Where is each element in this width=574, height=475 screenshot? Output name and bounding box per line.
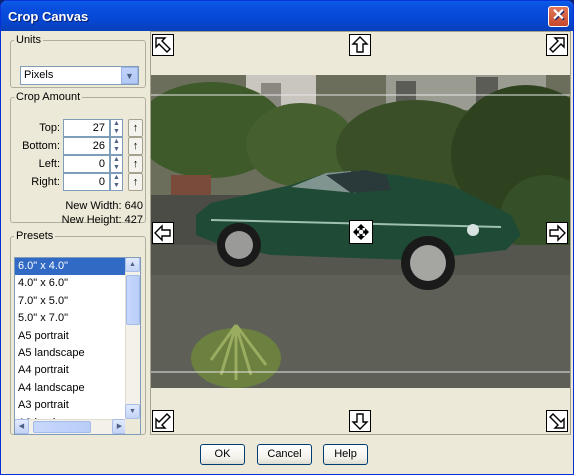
presets-horizontal-scrollbar[interactable]: ◀ ▶: [15, 419, 127, 434]
crop-top-spinner[interactable]: ▲ ▼: [110, 119, 123, 137]
scrollbar-corner: [125, 419, 140, 434]
crop-left-spinner[interactable]: ▲ ▼: [110, 155, 123, 173]
presets-legend: Presets: [16, 230, 54, 242]
crop-row-left: Left: 0 ▲ ▼ ↑: [11, 155, 147, 173]
spin-up-icon[interactable]: ▲: [111, 120, 122, 128]
spin-up-icon[interactable]: ▲: [111, 138, 122, 146]
arrow-up-icon: ↑: [132, 176, 139, 188]
list-item[interactable]: A3 portrait: [15, 397, 140, 414]
close-button[interactable]: ✕: [548, 6, 569, 27]
crop-row-right: Right: 0 ▲ ▼ ↑: [11, 173, 147, 191]
crop-right-handle[interactable]: [546, 222, 568, 244]
arrow-right-icon: [549, 224, 566, 242]
scroll-left-icon[interactable]: ◀: [15, 419, 29, 434]
list-item[interactable]: 4.0" x 6.0": [15, 275, 140, 292]
list-item[interactable]: A5 portrait: [15, 328, 140, 345]
crop-bottom-left-handle[interactable]: [152, 410, 174, 432]
crop-amount-group: Crop Amount Top: 27 ▲ ▼ ↑ Bottom: 26 ▲ ▼ ↑…: [10, 91, 147, 226]
presets-listbox[interactable]: 6.0" x 4.0" 4.0" x 6.0" 7.0" x 5.0" 5.0"…: [14, 257, 141, 435]
crop-bottom-spinner[interactable]: ▲ ▼: [110, 137, 123, 155]
crop-left-label: Left:: [38, 158, 60, 170]
crop-row-bottom: Bottom: 26 ▲ ▼ ↑: [11, 137, 147, 155]
arrow-down-icon: [351, 413, 369, 430]
crop-bottom-label: Bottom:: [22, 140, 60, 152]
spin-up-icon[interactable]: ▲: [111, 156, 122, 164]
list-item[interactable]: 6.0" x 4.0": [15, 258, 140, 276]
spin-down-icon[interactable]: ▼: [111, 164, 122, 172]
presets-vertical-scrollbar[interactable]: ▲ ▼: [125, 258, 140, 419]
cancel-button[interactable]: Cancel: [257, 444, 312, 465]
scroll-down-icon[interactable]: ▼: [125, 404, 140, 419]
crop-amount-legend: Crop Amount: [16, 91, 81, 103]
horizontal-scroll-thumb[interactable]: [33, 421, 91, 433]
spin-up-icon[interactable]: ▲: [111, 174, 122, 182]
crop-top-handle[interactable]: [349, 34, 371, 56]
crop-top-right-handle[interactable]: [546, 34, 568, 56]
spin-down-icon[interactable]: ▼: [111, 182, 122, 190]
arrow-up-icon: ↑: [132, 122, 139, 134]
crop-right-max-button[interactable]: ↑: [128, 173, 143, 191]
units-group: Units Pixels ▼: [10, 34, 146, 88]
units-legend: Units: [16, 34, 42, 46]
crop-row-top: Top: 27 ▲ ▼ ↑: [11, 119, 147, 137]
move-icon: [353, 224, 369, 240]
crop-top-label: Top:: [39, 122, 60, 134]
crop-left-input[interactable]: 0: [63, 155, 110, 173]
list-item[interactable]: A4 portrait: [15, 362, 140, 379]
units-select[interactable]: Pixels ▼: [20, 66, 139, 85]
crop-canvas-dialog: Crop Canvas ✕ Units Pixels ▼ Crop Amount…: [0, 0, 574, 475]
dialog-button-bar: OK Cancel Help: [1, 435, 573, 474]
spin-down-icon[interactable]: ▼: [111, 128, 122, 136]
list-item[interactable]: 5.0" x 7.0": [15, 310, 140, 327]
list-item[interactable]: A4 landscape: [15, 380, 140, 397]
arrow-up-icon: ↑: [132, 140, 139, 152]
crop-bottom-right-handle[interactable]: [546, 410, 568, 432]
crop-bottom-max-button[interactable]: ↑: [128, 137, 143, 155]
ok-button[interactable]: OK: [200, 444, 245, 465]
arrow-up-left-icon: [155, 37, 171, 53]
crop-left-handle[interactable]: [152, 222, 174, 244]
preview-photo: [151, 75, 570, 388]
close-icon: ✕: [551, 7, 566, 24]
vertical-scroll-thumb[interactable]: [126, 275, 140, 325]
new-height-text: New Height: 427: [61, 214, 143, 226]
crop-bottom-input[interactable]: 26: [63, 137, 110, 155]
arrow-down-left-icon: [155, 413, 171, 429]
crop-top-max-button[interactable]: ↑: [128, 119, 143, 137]
arrow-up-right-icon: [549, 37, 565, 53]
crop-right-spinner[interactable]: ▲ ▼: [110, 173, 123, 191]
arrow-up-icon: ↑: [132, 158, 139, 170]
crop-preview-area[interactable]: [150, 31, 571, 435]
spin-down-icon[interactable]: ▼: [111, 146, 122, 154]
presets-group: Presets 6.0" x 4.0" 4.0" x 6.0" 7.0" x 5…: [10, 230, 146, 435]
list-item[interactable]: 7.0" x 5.0": [15, 293, 140, 310]
new-width-text: New Width: 640: [65, 200, 143, 212]
scroll-up-icon[interactable]: ▲: [125, 258, 140, 272]
crop-right-input[interactable]: 0: [63, 173, 110, 191]
crop-top-input[interactable]: 27: [63, 119, 110, 137]
crop-top-left-handle[interactable]: [152, 34, 174, 56]
title-bar: Crop Canvas ✕: [1, 1, 573, 31]
arrow-left-icon: [154, 224, 171, 242]
chevron-down-icon[interactable]: ▼: [121, 67, 138, 84]
crop-left-max-button[interactable]: ↑: [128, 155, 143, 173]
arrow-down-right-icon: [549, 413, 565, 429]
units-selected-value: Pixels: [24, 69, 54, 81]
move-handle[interactable]: [349, 220, 373, 244]
window-title: Crop Canvas: [8, 9, 89, 24]
help-button[interactable]: Help: [323, 444, 368, 465]
list-item[interactable]: A5 landscape: [15, 345, 140, 362]
left-panel: Units Pixels ▼ Crop Amount Top: 27 ▲ ▼ ↑ …: [6, 31, 146, 435]
crop-bottom-handle[interactable]: [349, 410, 371, 432]
crop-right-label: Right:: [31, 176, 60, 188]
arrow-up-icon: [351, 36, 369, 53]
